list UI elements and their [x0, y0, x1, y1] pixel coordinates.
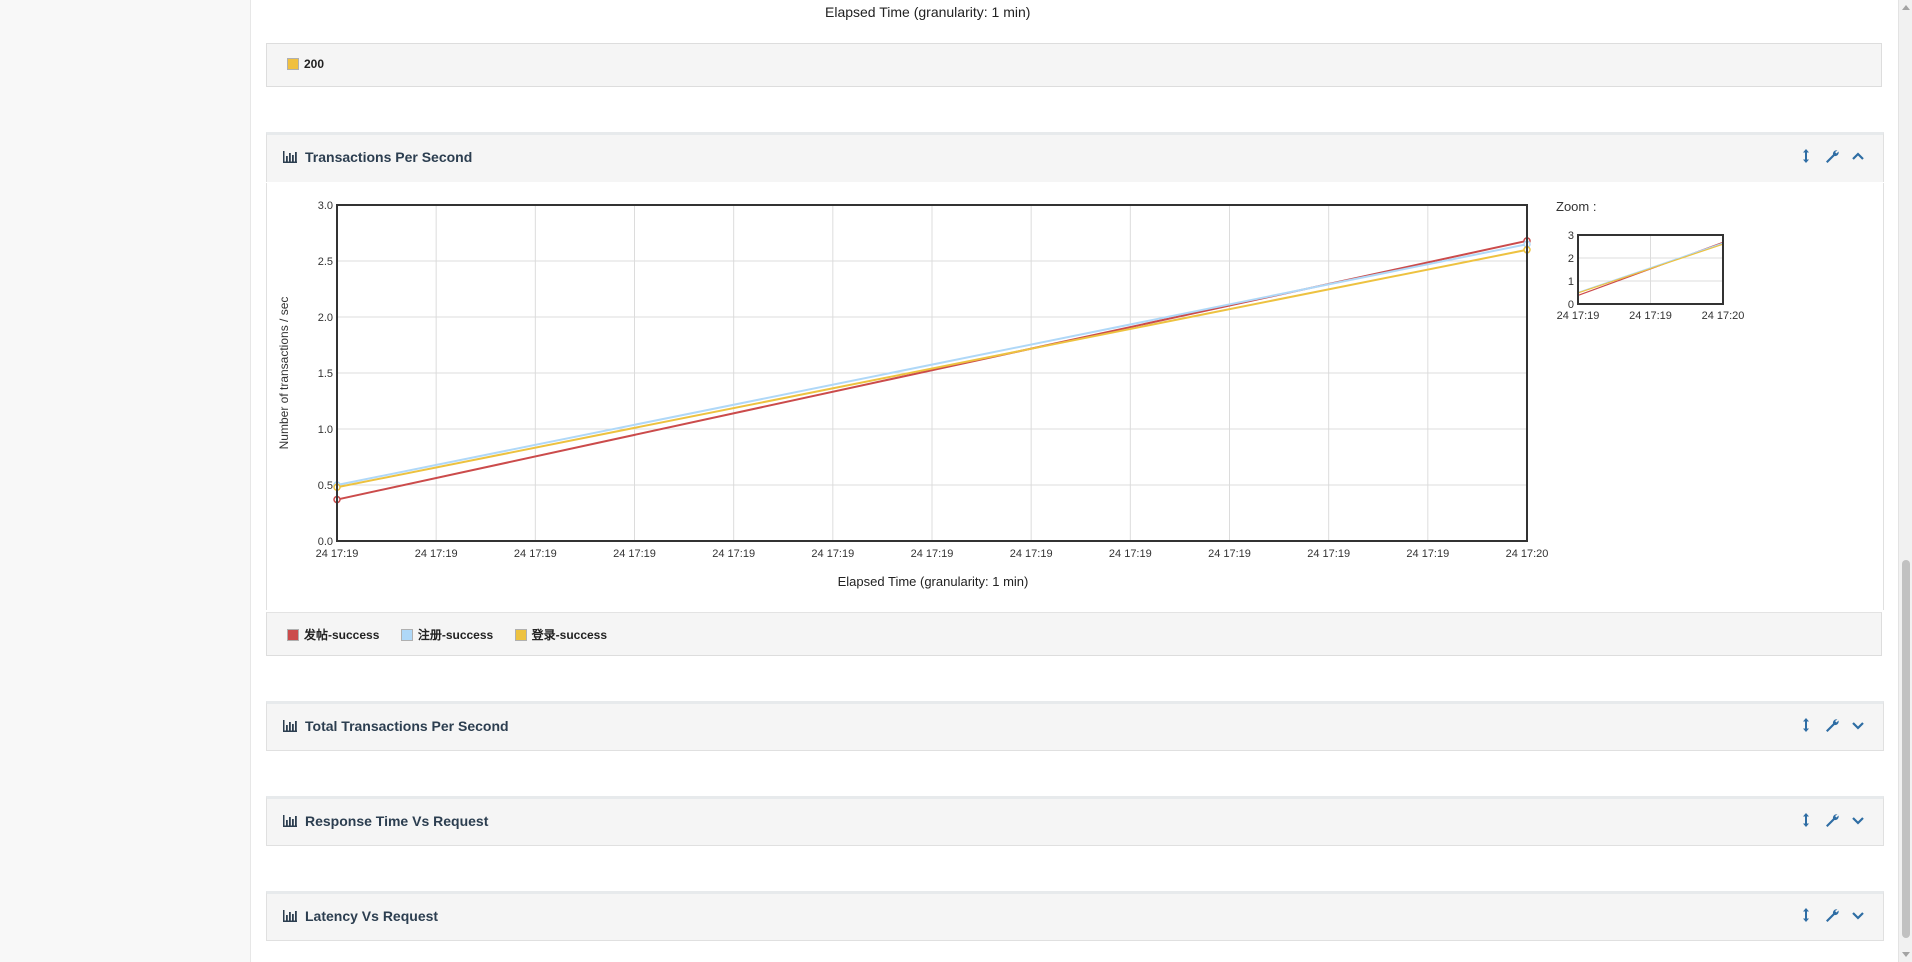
chevron-down-icon[interactable]	[1851, 907, 1865, 923]
x-tick-label: 24 17:20	[1506, 548, 1549, 560]
y-tick-label: 2	[1568, 253, 1574, 265]
y-tick-label: 1.0	[318, 424, 333, 436]
legend-item-post-success[interactable]: 发帖-success	[287, 626, 379, 643]
x-tick-label: 24 17:19	[811, 548, 854, 560]
x-tick-label: 24 17:19	[1557, 310, 1600, 322]
response-time-panel-title[interactable]: Response Time Vs Request	[283, 813, 488, 829]
left-sidebar	[0, 0, 251, 962]
tps-panel-body: 0.0 0.5 1.0 1.5 2.0 2.5 3.0 24 17:19 24 17:19 24…	[266, 183, 1884, 610]
panel-tools	[1799, 907, 1865, 923]
x-tick-label: 24 17:19	[1406, 548, 1449, 560]
panel-tools	[1799, 717, 1865, 733]
y-axis-label: Number of transactions / sec	[277, 297, 291, 450]
y-tick-label: 0.5	[318, 480, 333, 492]
y-tick-label: 3.0	[318, 200, 333, 212]
x-tick-label: 24 17:19	[1629, 310, 1672, 322]
resize-vertical-icon[interactable]	[1799, 812, 1813, 828]
wrench-icon[interactable]	[1825, 717, 1839, 733]
x-tick-label: 24 17:19	[316, 548, 359, 560]
panel-title-text: Response Time Vs Request	[305, 813, 489, 829]
tps-chart: 0.00.51.01.52.02.53.0 24 17:19 24 17:19 24…	[277, 199, 1745, 589]
legend-swatch	[400, 628, 413, 641]
legend-item-login-success[interactable]: 登录-success	[514, 626, 608, 643]
legend-swatch	[287, 628, 299, 641]
tps-panel: Transactions Per Second	[266, 132, 1884, 182]
resize-vertical-icon[interactable]	[1799, 717, 1813, 733]
y-tick-label: 3	[1568, 230, 1574, 242]
x-tick-label: 24 17:19	[712, 548, 755, 560]
wrench-icon[interactable]	[1825, 148, 1839, 164]
total-tps-panel-title[interactable]: Total Transactions Per Second	[283, 718, 509, 734]
scroll-down-arrow-icon[interactable]	[1902, 952, 1910, 957]
legend-swatch	[287, 58, 299, 70]
y-tick-label: 2.5	[318, 256, 333, 268]
zoom-label: Zoom :	[1556, 199, 1596, 214]
legend-label: 注册-success	[417, 628, 494, 642]
response-time-panel-header: Response Time Vs Request	[267, 799, 1883, 843]
legend-label: 200	[304, 57, 325, 71]
bar-chart-icon	[283, 815, 297, 827]
chevron-down-icon[interactable]	[1851, 717, 1865, 733]
x-tick-label: 24 17:19	[514, 548, 557, 560]
x-tick-label: 24 17:19	[1109, 548, 1152, 560]
legend-label: 登录-success	[531, 628, 608, 642]
y-tick-label: 1.5	[318, 368, 333, 380]
y-tick-label: 0.0	[318, 536, 333, 548]
legend-label: 发帖-success	[304, 628, 380, 642]
panel-title-text: Transactions Per Second	[305, 149, 473, 165]
y-tick-labels: 0.0 0.5 1.0 1.5 2.0 2.5 3.0	[318, 200, 333, 548]
tps-panel-title[interactable]: Transactions Per Second	[283, 149, 472, 165]
panel-tools	[1799, 148, 1865, 164]
vertical-scrollbar[interactable]	[1898, 0, 1912, 962]
latency-panel-title[interactable]: Latency Vs Request	[283, 908, 438, 924]
bar-chart-icon	[283, 720, 297, 732]
x-tick-label: 24 17:19	[1307, 548, 1350, 560]
y-tick-label: 2.0	[318, 312, 333, 324]
previous-chart-x-axis-label: Elapsed Time (granularity: 1 min)	[825, 4, 1031, 20]
zoom-y-tick-labels: 0123	[1568, 230, 1574, 311]
y-tick-label: 1	[1568, 276, 1574, 288]
latency-panel-header: Latency Vs Request	[267, 894, 1883, 938]
x-tick-labels: 24 17:19 24 17:19 24 17:19 24 17:19 24 17:19…	[316, 548, 1549, 560]
resize-vertical-icon[interactable]	[1799, 148, 1813, 164]
bar-chart-icon	[283, 910, 297, 922]
chart-grid	[336, 204, 1528, 542]
previous-chart-legend: 200	[266, 43, 1882, 87]
response-time-panel: Response Time Vs Request	[266, 796, 1884, 846]
resize-vertical-icon[interactable]	[1799, 907, 1813, 923]
total-tps-panel: Total Transactions Per Second	[266, 701, 1884, 751]
x-tick-label: 24 17:19	[1208, 548, 1251, 560]
legend-item-register-success[interactable]: 注册-success	[400, 626, 494, 643]
x-axis-label: Elapsed Time (granularity: 1 min)	[838, 574, 1029, 589]
tps-chart-legend: 发帖-success 注册-success 登录-success	[266, 612, 1882, 656]
panel-title-text: Latency Vs Request	[305, 908, 439, 924]
scroll-up-arrow-icon[interactable]	[1902, 5, 1910, 10]
bar-chart-icon	[283, 151, 297, 163]
total-tps-panel-header: Total Transactions Per Second	[267, 704, 1883, 748]
legend-swatch	[514, 628, 527, 641]
zoom-x-tick-labels: 24 17:19 24 17:19 24 17:20	[1557, 310, 1745, 322]
legend-item-200[interactable]: 200	[287, 57, 324, 71]
x-tick-label: 24 17:19	[415, 548, 458, 560]
x-tick-label: 24 17:19	[911, 548, 954, 560]
panel-tools	[1799, 812, 1865, 828]
scroll-thumb[interactable]	[1902, 560, 1910, 938]
tps-panel-header: Transactions Per Second	[267, 135, 1883, 179]
x-tick-label: 24 17:20	[1702, 310, 1745, 322]
x-tick-label: 24 17:19	[613, 548, 656, 560]
panel-title-text: Total Transactions Per Second	[305, 718, 509, 734]
chevron-up-icon[interactable]	[1851, 148, 1865, 164]
chevron-down-icon[interactable]	[1851, 812, 1865, 828]
wrench-icon[interactable]	[1825, 812, 1839, 828]
x-tick-label: 24 17:19	[1010, 548, 1053, 560]
wrench-icon[interactable]	[1825, 907, 1839, 923]
latency-panel: Latency Vs Request	[266, 891, 1884, 941]
